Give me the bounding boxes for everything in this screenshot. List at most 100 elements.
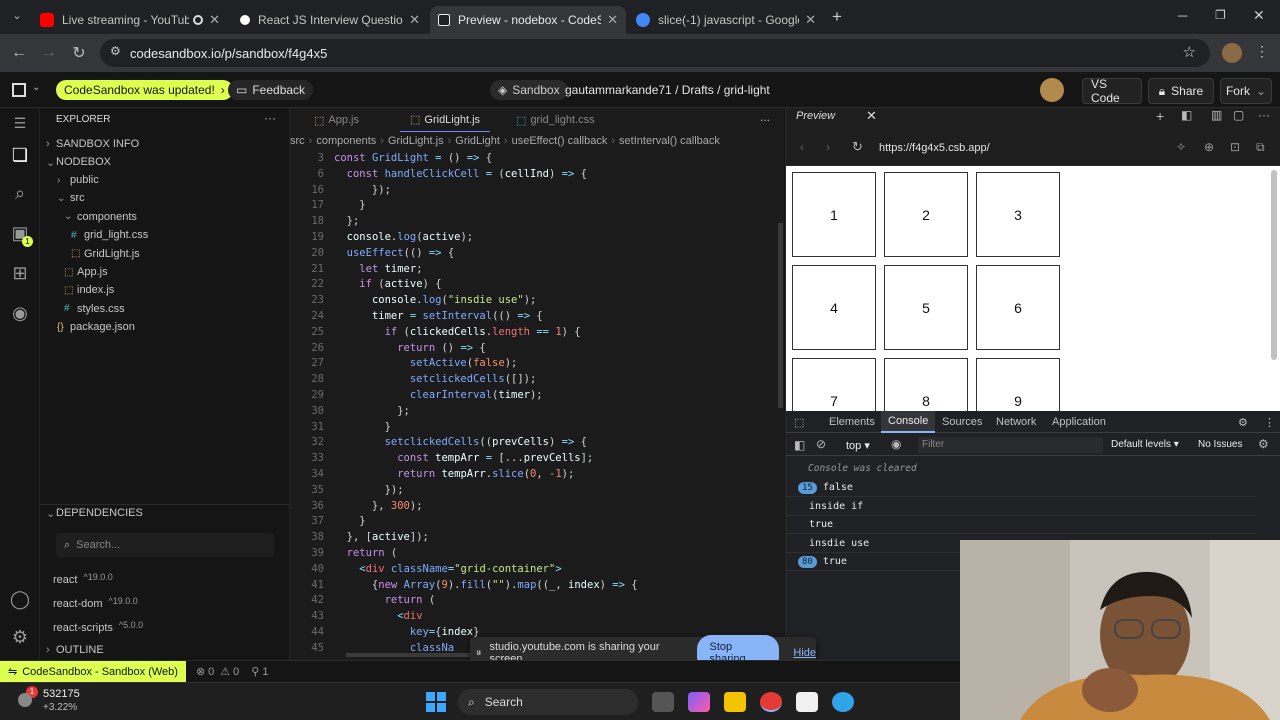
preview-scrollbar[interactable] (1271, 170, 1277, 360)
devtools-tab-console[interactable]: Console (881, 411, 936, 433)
file-tree-item[interactable]: ⌄ src (57, 189, 85, 207)
outline-section[interactable]: › OUTLINE (46, 641, 104, 659)
chrome-icon[interactable] (760, 692, 782, 712)
code-line[interactable]: console.log("insdie use"); (334, 294, 536, 306)
code-line[interactable]: }); (334, 184, 391, 196)
code-line[interactable]: <div className="grid-container"> (334, 563, 561, 575)
clear-console-icon[interactable]: ⊘ (816, 437, 826, 451)
preview-forward-icon[interactable]: › (826, 140, 830, 154)
dependencies-section[interactable]: ⌄ DEPENDENCIES (46, 504, 143, 522)
code-line[interactable]: console.log(active); (334, 231, 473, 243)
browser-tab[interactable]: Live streaming - YouTube S ✕ (32, 6, 228, 34)
sidebar-toggle-icon[interactable]: ◧ (794, 438, 805, 452)
file-tree-item[interactable]: ⬚ App.js (64, 263, 108, 281)
stock-widget-icon[interactable] (18, 693, 32, 707)
code-line[interactable]: clearInterval(timer); (334, 389, 543, 401)
code-line[interactable]: if (active) { (334, 278, 441, 290)
devtools-tab-network[interactable]: Network (996, 411, 1036, 433)
store-icon[interactable] (796, 692, 818, 712)
dependency-item[interactable]: react ^19.0.0 (53, 571, 113, 589)
file-tree-item[interactable]: {} package.json (57, 318, 135, 336)
file-tree-item[interactable]: # styles.css (64, 300, 125, 318)
code-line[interactable]: {new Array(9).fill("").map((_, index) =>… (334, 579, 638, 591)
back-icon[interactable]: ← (4, 44, 34, 62)
omnibox[interactable]: ⚙ codesandbox.io/p/sandbox/f4g4x5 ☆ (100, 39, 1210, 67)
code-line[interactable]: setclickedCells([]); (334, 373, 536, 385)
grid-cell[interactable]: 6 (976, 265, 1060, 350)
restore-icon[interactable]: ❐ (1215, 8, 1226, 22)
console-settings-icon[interactable]: ⚙ (1258, 437, 1269, 451)
dependency-search-input[interactable]: ⌕ Search... (56, 533, 274, 557)
code-line[interactable]: classNa (334, 642, 454, 654)
task-view-icon[interactable] (652, 692, 674, 712)
settings-gear-icon[interactable]: ⚙ (9, 626, 31, 648)
environment-badge[interactable]: ⇋ CodeSandbox - Sandbox (Web) (0, 660, 186, 683)
edge-icon[interactable] (832, 692, 854, 712)
url-text[interactable]: codesandbox.io/p/sandbox/f4g4x5 (130, 46, 327, 61)
code-line[interactable]: } (334, 199, 365, 211)
code-line[interactable]: }, 300); (334, 500, 423, 512)
editor-tab-active[interactable]: ⬚ GridLight.js (400, 108, 491, 132)
dependency-item[interactable]: react-scripts ^5.0.0 (53, 619, 143, 637)
grid-cell[interactable]: 9 (976, 358, 1060, 411)
file-tree-item[interactable]: ⌄ components (64, 208, 137, 226)
add-icon[interactable]: + (1156, 108, 1164, 124)
close-icon[interactable]: ✕ (409, 12, 420, 28)
browser-tab-active[interactable]: Preview - nodebox - CodeSand ✕ (430, 6, 626, 34)
sandbox-info-section[interactable]: › SANDBOX INFO (46, 135, 139, 153)
editor-tab[interactable]: ⬚ grid_light.css (506, 108, 605, 132)
code-line[interactable]: } (334, 421, 391, 433)
new-tab-button[interactable]: + (832, 7, 842, 27)
share-button[interactable]: 🔒︎ Share (1148, 78, 1214, 104)
code-line[interactable]: const tempArr = [...prevCells]; (334, 452, 593, 464)
close-preview-icon[interactable]: ✕ (866, 108, 877, 124)
close-icon[interactable]: ✕ (607, 12, 618, 28)
crumb-item[interactable]: GridLight (455, 135, 500, 147)
devtools-settings-icon[interactable]: ⚙ (1238, 411, 1248, 433)
chevron-down-icon[interactable]: ⌄ (32, 82, 40, 93)
reload-icon[interactable]: ↻ (64, 43, 94, 63)
devtools-more-icon[interactable]: ⋮ (1264, 411, 1275, 433)
grid-cell[interactable]: 3 (976, 172, 1060, 257)
lock-icon[interactable]: ▢ (1233, 108, 1244, 122)
code-line[interactable]: return () => { (334, 342, 486, 354)
code-line[interactable]: } (334, 515, 365, 527)
nodebox-section[interactable]: ⌄ NODEBOX (46, 153, 111, 171)
browser-tab[interactable]: React JS Interview Questions (C ✕ (232, 6, 428, 34)
devtools-tab-application[interactable]: Application (1052, 411, 1106, 433)
context-select[interactable]: top ▾ (846, 439, 870, 452)
inspect-icon[interactable]: ⬚ (794, 411, 804, 433)
wand-icon[interactable]: ✧ (1176, 140, 1186, 154)
editor-tab[interactable]: ⬚ App.js (304, 108, 369, 132)
file-explorer-icon[interactable] (724, 692, 746, 712)
ports-icon[interactable]: ⚲ (251, 665, 259, 678)
dependency-item[interactable]: react-dom ^19.0.0 (53, 595, 138, 613)
code-line[interactable]: useEffect(() => { (334, 247, 455, 259)
grid-cell[interactable]: 7 (792, 358, 876, 411)
warning-icon[interactable]: ⚠ (220, 665, 230, 678)
code-line[interactable]: return ( (334, 594, 436, 606)
devtools-tab-sources[interactable]: Sources (942, 411, 982, 433)
copilot-icon[interactable] (688, 692, 710, 712)
window-close-icon[interactable]: ✕ (1253, 7, 1265, 24)
split-icon[interactable]: ◧ (1181, 108, 1192, 122)
minimize-icon[interactable]: ─ (1178, 8, 1187, 23)
codesandbox-logo[interactable] (12, 83, 26, 97)
code-line[interactable]: }); (334, 484, 404, 496)
bookmark-star-icon[interactable]: ☆ (1183, 43, 1196, 61)
issues-indicator[interactable]: No Issues (1198, 439, 1242, 450)
extensions-icon[interactable]: ⊞ (9, 262, 31, 284)
vscode-button[interactable]: VS Code (1082, 77, 1142, 105)
close-icon[interactable]: ✕ (209, 12, 220, 28)
stock-value[interactable]: 532175 (43, 688, 80, 700)
code-line[interactable]: return tempArr.slice(0, -1); (334, 468, 574, 480)
file-tree-item[interactable]: ⬚ index.js (64, 281, 114, 299)
code-line[interactable]: const handleClickCell = (cellInd) => { (334, 168, 587, 180)
hide-button[interactable]: Hide (793, 647, 816, 659)
grid-cell[interactable]: 2 (884, 172, 968, 257)
code-line[interactable]: }, [active]); (334, 531, 429, 543)
preview-url[interactable]: https://f4g4x5.csb.app/ (879, 142, 990, 154)
target-icon[interactable]: ⊕ (1204, 140, 1214, 154)
code-line[interactable]: const GridLight = () => { (334, 152, 492, 164)
crumb-item[interactable]: components (316, 135, 376, 147)
